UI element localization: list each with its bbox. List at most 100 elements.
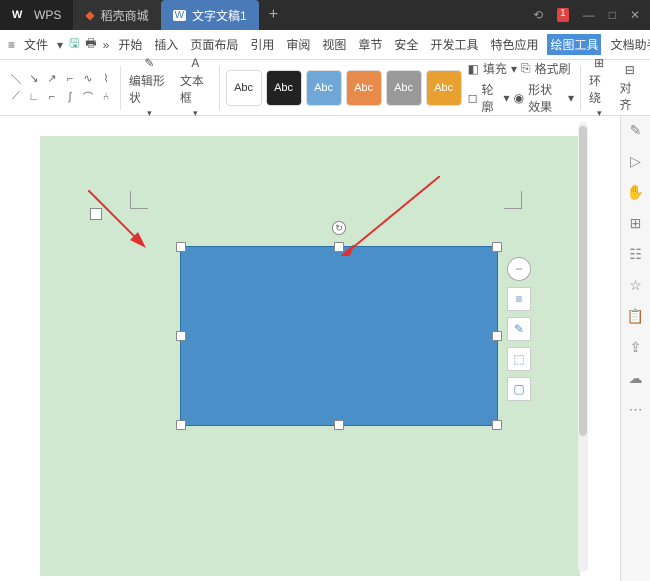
fill-options: ◧填充 ▾ ⎘格式刷 ◻轮廓 ▾ ◉形状效果 ▾ xyxy=(468,60,575,115)
resize-handle-tl[interactable] xyxy=(176,242,186,252)
save-icon[interactable]: 🖫 xyxy=(69,34,79,55)
collapse-button[interactable]: − xyxy=(507,257,531,281)
resize-handle-l[interactable] xyxy=(176,331,186,341)
work-area: ↻ − ≡ ✎ ⬚ ▢ ✎ ▷ ✋ ⊞ xyxy=(0,116,650,581)
vertical-scrollbar[interactable] xyxy=(578,122,588,572)
tab-document[interactable]: W文字文稿1 xyxy=(161,0,259,30)
share-icon[interactable]: ⇪ xyxy=(630,339,642,356)
menu-bar: ≡ 文件 ▾ 🖫 🖶 » 开始 插入 页面布局 引用 审阅 视图 章节 安全 开… xyxy=(0,30,650,60)
align-button[interactable]: ⊟ 对齐 xyxy=(617,63,642,113)
outline-button[interactable]: ◻轮廓 ▾ ◉形状效果 ▾ xyxy=(468,81,575,115)
label: 编辑形状 xyxy=(129,72,170,106)
label: 轮廓 xyxy=(482,81,500,115)
label: 环绕 xyxy=(589,72,610,106)
maximize-icon[interactable]: □ xyxy=(609,8,616,22)
style-swatch-6[interactable]: Abc xyxy=(426,70,462,106)
resize-handle-r[interactable] xyxy=(492,331,502,341)
menu-feature[interactable]: 特色应用 xyxy=(487,34,541,55)
menu-layout[interactable]: 页面布局 xyxy=(187,34,241,55)
style-swatch-3[interactable]: Abc xyxy=(306,70,342,106)
hand-tool-icon[interactable]: ✋ xyxy=(627,184,644,201)
resize-handle-tr[interactable] xyxy=(492,242,502,252)
effect-icon: ◉ xyxy=(514,91,524,105)
label: 形状效果 xyxy=(528,81,564,115)
scrollbar-thumb[interactable] xyxy=(579,126,587,436)
close-icon[interactable]: ✕ xyxy=(630,8,640,22)
align-icon: ⊟ xyxy=(625,63,635,77)
window-controls: ⟲ 1 — □ ✕ xyxy=(533,8,650,22)
new-tab-button[interactable]: + xyxy=(269,6,278,24)
menu-drawing-tools[interactable]: 绘图工具 xyxy=(547,34,601,55)
menu-section[interactable]: 章节 xyxy=(355,34,385,55)
star-icon[interactable]: ☆ xyxy=(629,277,642,294)
wrap-button[interactable]: ⊞环绕▾ xyxy=(587,56,612,119)
tab-label: 文字文稿1 xyxy=(192,7,247,24)
menu-icon[interactable]: ≡ xyxy=(8,38,15,52)
edit-button[interactable]: ✎ xyxy=(507,317,531,341)
menu-review[interactable]: 审阅 xyxy=(283,34,313,55)
outline-icon: ◻ xyxy=(468,91,478,105)
clipboard-icon[interactable]: 📋 xyxy=(627,308,644,325)
resize-handle-t[interactable] xyxy=(334,242,344,252)
layout-options-button[interactable]: ≡ xyxy=(507,287,531,311)
chevron-icon: ▾ xyxy=(57,38,63,52)
document-canvas[interactable]: ↻ − ≡ ✎ ⬚ ▢ xyxy=(0,116,620,581)
shape-float-toolbar: − ≡ ✎ ⬚ ▢ xyxy=(507,257,531,401)
menu-insert[interactable]: 插入 xyxy=(151,34,181,55)
format-icon: ⎘ xyxy=(521,61,531,76)
label: 格式刷 xyxy=(535,60,571,77)
notify-icon[interactable]: 1 xyxy=(557,8,569,22)
title-bar: WPS ◆稻壳商城 W文字文稿1 + ⟲ 1 — □ ✕ xyxy=(0,0,650,30)
menu-security[interactable]: 安全 xyxy=(391,34,421,55)
tab-wps[interactable]: WPS xyxy=(0,0,73,30)
right-sidebar: ✎ ▷ ✋ ⊞ ☷ ☆ 📋 ⇪ ☁ ⋯ xyxy=(620,116,650,581)
page: ↻ − ≡ ✎ ⬚ ▢ xyxy=(40,136,580,576)
print-icon[interactable]: 🖶 xyxy=(85,34,96,55)
store-icon: ◆ xyxy=(85,8,94,22)
menu-dev[interactable]: 开发工具 xyxy=(427,34,481,55)
style-swatch-1[interactable]: Abc xyxy=(226,70,262,106)
settings-icon[interactable]: ⊞ xyxy=(630,215,642,232)
selected-rectangle-shape[interactable]: ↻ − ≡ ✎ ⬚ ▢ xyxy=(180,246,498,426)
menu-ref[interactable]: 引用 xyxy=(247,34,277,55)
wrap-icon: ⊞ xyxy=(594,56,604,70)
style-swatches: Abc Abc Abc Abc Abc Abc xyxy=(226,68,462,108)
pen-tool-icon[interactable]: ✎ xyxy=(630,122,642,139)
menu-view[interactable]: 视图 xyxy=(319,34,349,55)
cloud-icon[interactable]: ☁ xyxy=(629,370,643,387)
edit-shape-icon: ✎ xyxy=(144,56,154,70)
menu-start[interactable]: 开始 xyxy=(115,34,145,55)
resize-handle-b[interactable] xyxy=(334,420,344,430)
file-menu[interactable]: 文件 xyxy=(21,34,51,55)
divider xyxy=(580,66,581,110)
menu-helper[interactable]: 文档助手 xyxy=(607,34,650,55)
more-tools-icon[interactable]: ⋯ xyxy=(629,401,643,418)
textbox-button[interactable]: A文本框▾ xyxy=(178,56,213,119)
resize-handle-br[interactable] xyxy=(492,420,502,430)
wps-logo-icon xyxy=(12,7,28,23)
rotate-handle[interactable]: ↻ xyxy=(332,221,346,235)
menu-left: ≡ 文件 ▾ 🖫 🖶 » 开始 插入 页面布局 引用 审阅 视图 章节 安全 开… xyxy=(8,34,650,55)
margin-marker-left xyxy=(130,191,148,209)
divider xyxy=(219,66,220,110)
properties-icon[interactable]: ☷ xyxy=(629,246,642,263)
style-swatch-2[interactable]: Abc xyxy=(266,70,302,106)
minimize-icon[interactable]: — xyxy=(583,8,595,22)
sync-icon[interactable]: ⟲ xyxy=(533,8,543,22)
link-button[interactable]: ⬚ xyxy=(507,347,531,371)
resize-handle-bl[interactable] xyxy=(176,420,186,430)
margin-marker-right xyxy=(504,191,522,209)
more-icon[interactable]: » xyxy=(103,38,110,52)
style-swatch-4[interactable]: Abc xyxy=(346,70,382,106)
label: 对齐 xyxy=(619,79,640,113)
tab-store[interactable]: ◆稻壳商城 xyxy=(73,0,160,30)
tab-label: WPS xyxy=(34,8,61,22)
edit-shape-button[interactable]: ✎编辑形状▾ xyxy=(127,56,172,119)
ribbon-toolbar: ＼↘↗⌐∿⌇ ⟋∟⌐∫⌒⑃ ✎编辑形状▾ A文本框▾ Abc Abc Abc A… xyxy=(0,60,650,116)
crop-button[interactable]: ▢ xyxy=(507,377,531,401)
fill-button[interactable]: ◧填充 ▾ ⎘格式刷 xyxy=(468,60,575,77)
style-swatch-5[interactable]: Abc xyxy=(386,70,422,106)
shape-gallery[interactable]: ＼↘↗⌐∿⌇ ⟋∟⌐∫⌒⑃ xyxy=(8,71,114,105)
label: 文本框 xyxy=(180,72,211,106)
select-tool-icon[interactable]: ▷ xyxy=(630,153,641,170)
